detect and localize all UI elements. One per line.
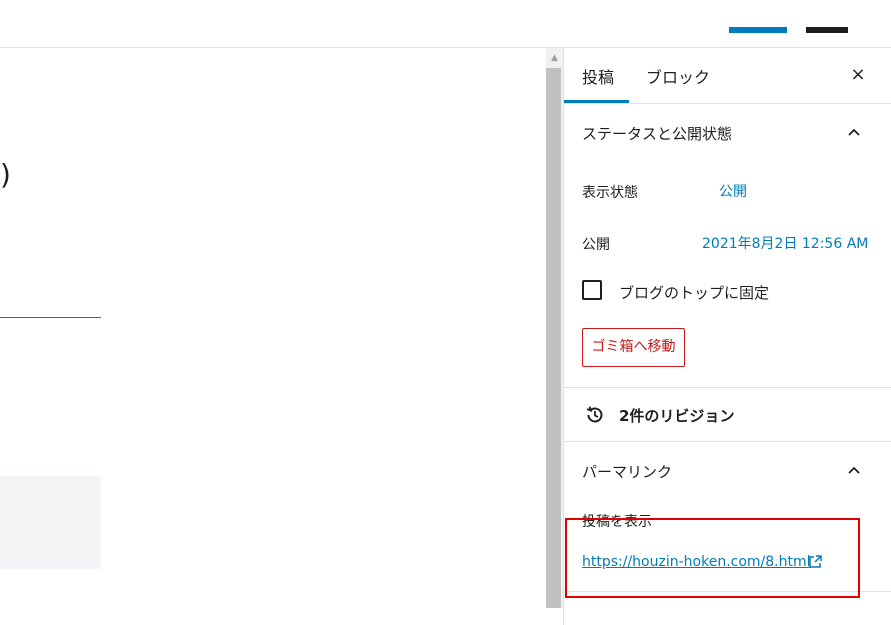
active-tab-indicator <box>564 100 629 103</box>
sticky-checkbox-label[interactable]: ブログのトップに固定 <box>619 282 769 303</box>
chevron-up-icon <box>848 466 860 474</box>
chevron-up-icon <box>848 128 860 136</box>
move-to-trash-button[interactable]: ゴミ箱へ移動 <box>582 328 685 367</box>
publish-button[interactable] <box>729 27 787 33</box>
tab-post[interactable]: 投稿 <box>582 64 614 88</box>
close-sidebar-button[interactable]: × <box>847 64 869 86</box>
scroll-thumb[interactable] <box>546 68 561 608</box>
publish-date-link[interactable]: 2021年8月2日 12:56 AM <box>702 233 868 253</box>
close-icon: × <box>850 64 866 85</box>
highlight-annotation-box <box>565 518 860 598</box>
scroll-up-arrow-icon[interactable]: ▲ <box>546 52 563 64</box>
publish-label: 公開 <box>582 237 610 253</box>
permalink-panel-title: パーマリンク <box>582 463 673 481</box>
revisions-button[interactable]: 2件のリビジョン <box>564 388 879 440</box>
top-toolbar <box>0 0 891 48</box>
editor-scrollbar[interactable]: ▲ <box>546 48 563 608</box>
settings-button[interactable] <box>806 27 848 33</box>
status-panel-title: ステータスと公開状態 <box>582 125 733 143</box>
divider <box>564 441 891 442</box>
revisions-label: 2件のリビジョン <box>619 407 735 425</box>
sidebar-tabs: 投稿 ブロック × <box>564 48 891 104</box>
content-block[interactable] <box>0 476 101 569</box>
status-panel-header[interactable]: ステータスと公開状態 <box>564 118 879 148</box>
visibility-value-link[interactable]: 公開 <box>719 181 747 201</box>
visibility-label: 表示状態 <box>582 185 638 201</box>
history-icon <box>586 406 603 423</box>
sticky-checkbox[interactable] <box>582 280 602 300</box>
editor-canvas[interactable]: ) <box>0 48 546 625</box>
tab-block[interactable]: ブロック <box>646 64 710 88</box>
link-underline <box>0 317 101 318</box>
post-title-fragment[interactable]: ) <box>0 158 11 191</box>
permalink-panel-header[interactable]: パーマリンク <box>564 456 879 486</box>
